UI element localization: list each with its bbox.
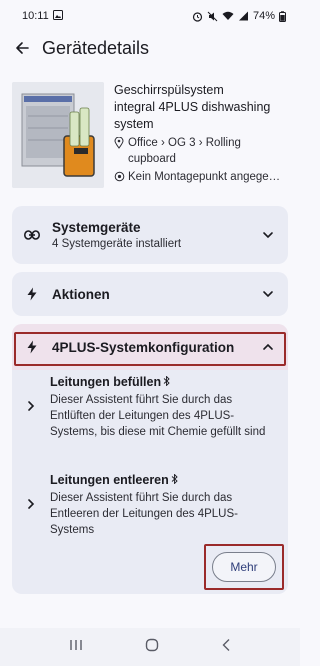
assistant-body: Leitungen befüllen Dieser Assistent führ… xyxy=(50,374,276,440)
signal-icon xyxy=(238,11,249,21)
home-icon xyxy=(145,638,159,651)
panel-systemgeraete-texts: Systemgeräte 4 Systemgeräte installiert xyxy=(52,220,260,250)
nav-back-button[interactable] xyxy=(221,638,231,657)
arrow-back-icon xyxy=(16,42,29,54)
more-button-area: Mehr xyxy=(204,544,284,590)
battery-icon xyxy=(279,10,286,22)
device-location-row: Office › OG 3 › Rolling cupboard xyxy=(114,135,288,167)
recent-apps-icon xyxy=(70,640,82,650)
panel-aktionen-header[interactable]: Aktionen xyxy=(12,272,288,316)
device-image xyxy=(12,82,104,188)
battery-percent: 74% xyxy=(252,10,275,22)
panel-aktionen-title: Aktionen xyxy=(52,286,110,302)
panel-4plus-config-title: 4PLUS-Systemkonfiguration xyxy=(52,339,235,355)
assistant-leitungen-befuellen[interactable]: Leitungen befüllen Dieser Assistent führ… xyxy=(12,374,288,440)
device-mount-row: Kein Montagepunkt angege… xyxy=(114,169,288,187)
device-mount-point: Kein Montagepunkt angege… xyxy=(128,171,281,183)
app-bar: Gerätedetails xyxy=(0,32,300,64)
panel-systemgeraete-title: Systemgeräte xyxy=(52,220,141,235)
device-name: Geschirrspülsystem xyxy=(114,83,224,97)
assistant-description: Dieser Assistent führt Sie durch das Ent… xyxy=(50,394,266,438)
chevron-right-icon xyxy=(12,374,50,440)
assistant-title: Leitungen entleeren xyxy=(50,472,276,488)
status-bar: 10:11 74% xyxy=(0,0,300,32)
chevron-right-icon xyxy=(12,472,50,538)
chevron-up-icon[interactable] xyxy=(260,343,276,351)
assistant-title-text: Leitungen befüllen xyxy=(50,375,162,389)
gallery-notification-icon xyxy=(52,9,63,23)
device-card: Geschirrspülsystem integral 4PLUS dishwa… xyxy=(12,82,288,190)
panel-systemgeraete[interactable]: Systemgeräte 4 Systemgeräte installiert xyxy=(12,206,288,264)
alarm-icon xyxy=(192,11,203,22)
status-left: 10:11 xyxy=(22,9,63,23)
bluetooth-icon xyxy=(171,472,178,488)
panel-systemgeraete-header[interactable]: Systemgeräte 4 Systemgeräte installiert xyxy=(12,206,288,264)
back-button[interactable] xyxy=(10,36,34,60)
assistant-description: Dieser Assistent führt Sie durch das Ent… xyxy=(50,492,238,536)
panel-aktionen[interactable]: Aktionen xyxy=(12,272,288,316)
panel-4plus-config-header[interactable]: 4PLUS-Systemkonfiguration xyxy=(12,324,288,370)
status-right: 74% xyxy=(192,10,286,22)
device-info: Geschirrspülsystem integral 4PLUS dishwa… xyxy=(114,82,288,190)
panel-aktionen-texts: Aktionen xyxy=(52,287,260,302)
assistant-title-text: Leitungen entleeren xyxy=(50,473,169,487)
recent-apps-button[interactable] xyxy=(69,638,83,656)
status-time: 10:11 xyxy=(22,10,49,22)
assistant-body: Leitungen entleeren Dieser Assistent füh… xyxy=(50,472,276,538)
chevron-down-icon[interactable] xyxy=(260,231,276,239)
device-location: Office › OG 3 › Rolling cupboard xyxy=(128,137,241,165)
more-button[interactable]: Mehr xyxy=(212,552,276,582)
page-title: Gerätedetails xyxy=(42,37,150,58)
link-icon xyxy=(24,230,40,240)
home-button[interactable] xyxy=(145,638,159,657)
nav-back-icon xyxy=(222,638,230,651)
system-nav-bar xyxy=(0,628,300,666)
assistant-leitungen-entleeren[interactable]: Leitungen entleeren Dieser Assistent füh… xyxy=(12,472,288,538)
chevron-down-icon[interactable] xyxy=(260,290,276,298)
bolt-icon xyxy=(24,287,40,301)
device-model: integral 4PLUS dishwashing system xyxy=(114,100,271,131)
target-icon xyxy=(114,171,128,187)
location-pin-icon xyxy=(114,136,128,154)
panel-systemgeraete-subtitle: 4 Systemgeräte installiert xyxy=(52,238,182,250)
bolt-icon xyxy=(24,340,40,354)
bluetooth-icon xyxy=(163,374,170,390)
wifi-icon xyxy=(222,11,234,21)
mute-icon xyxy=(207,11,218,22)
assistant-title: Leitungen befüllen xyxy=(50,374,276,390)
